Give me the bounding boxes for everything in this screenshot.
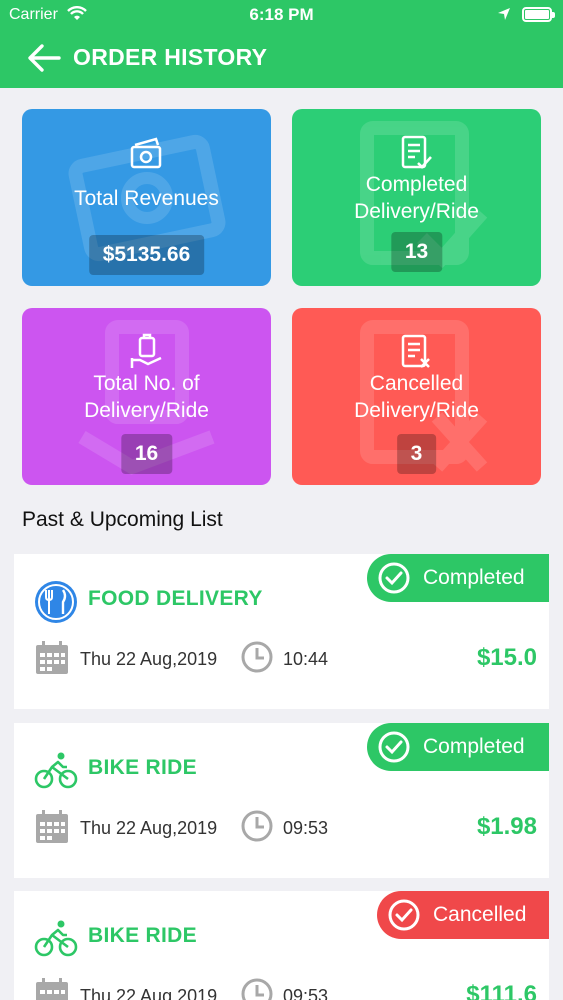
status-badge: Completed: [367, 723, 549, 771]
status-text: Cancelled: [433, 903, 527, 926]
status-text: Completed: [423, 566, 525, 589]
service-name: BIKE RIDE: [88, 756, 197, 779]
completed-value: 13: [390, 232, 443, 272]
page-title: ORDER HISTORY: [73, 44, 268, 70]
order-price: $111.6: [466, 981, 537, 1000]
total-delivery-card[interactable]: Total No. of Delivery/Ride 16: [22, 308, 271, 485]
check-circle-icon: [378, 731, 410, 763]
clock-time: 6:18 PM: [249, 5, 314, 24]
order-date: Thu 22 Aug,2019: [80, 818, 218, 838]
calendar-icon: [36, 641, 68, 674]
section-title: Past & Upcoming List: [22, 508, 223, 531]
bike-icon: [34, 752, 78, 789]
back-arrow-icon[interactable]: [26, 42, 62, 74]
calendar-icon: [36, 978, 68, 1000]
total-delivery-label: Total No. of Delivery/Ride: [84, 372, 209, 422]
service-name: BIKE RIDE: [88, 924, 197, 947]
app-header: Carrier 6:18 PM ORDER HISTORY: [0, 0, 563, 88]
money-icon: [130, 137, 162, 169]
order-date: Thu 22 Aug,2019: [80, 649, 218, 669]
check-circle-icon: [388, 899, 420, 931]
cancelled-label: Cancelled Delivery/Ride: [354, 372, 479, 422]
order-card[interactable]: Cancelled BIKE RIDE Thu 22 Aug,2019 09:5…: [14, 891, 549, 1000]
delivery-bag-icon: [130, 333, 162, 368]
clock-icon: [241, 978, 273, 1000]
total-delivery-value: 16: [120, 434, 173, 474]
order-time: 09:53: [283, 986, 329, 1000]
cancelled-value: 3: [396, 434, 437, 474]
status-text: Completed: [423, 735, 525, 758]
bike-icon: [34, 920, 78, 957]
completed-card[interactable]: Completed Delivery/Ride 13: [292, 109, 541, 286]
order-price: $1.98: [476, 813, 537, 840]
service-name: FOOD DELIVERY: [88, 587, 263, 610]
clock-icon: [241, 641, 273, 673]
status-badge: Cancelled: [377, 891, 549, 939]
order-card[interactable]: Completed FOOD DELIVERY Thu 22 Aug,2019 …: [14, 554, 549, 709]
status-bar: Carrier 6:18 PM: [0, 0, 563, 30]
total-revenues-card[interactable]: Total Revenues $5135.66: [22, 109, 271, 286]
order-time: 10:44: [283, 649, 329, 669]
total-revenues-label: Total Revenues: [74, 187, 219, 210]
battery-icon: [522, 7, 555, 22]
check-circle-icon: [378, 562, 410, 594]
order-card[interactable]: Completed BIKE RIDE Thu 22 Aug,2019 09:5…: [14, 723, 549, 878]
completed-label: Completed Delivery/Ride: [354, 173, 479, 223]
checklist-icon: [401, 135, 432, 169]
status-badge: Completed: [367, 554, 549, 602]
order-time: 09:53: [283, 818, 329, 838]
clock-icon: [241, 810, 273, 842]
calendar-icon: [36, 810, 68, 843]
food-icon: [35, 581, 77, 623]
order-date: Thu 22 Aug,2019: [80, 986, 218, 1000]
total-revenues-value: $5135.66: [88, 235, 205, 275]
cancel-list-icon: [401, 334, 430, 368]
cancelled-card[interactable]: Cancelled Delivery/Ride 3: [292, 308, 541, 485]
location-arrow-icon: [498, 8, 510, 20]
order-price: $15.0: [476, 644, 537, 671]
